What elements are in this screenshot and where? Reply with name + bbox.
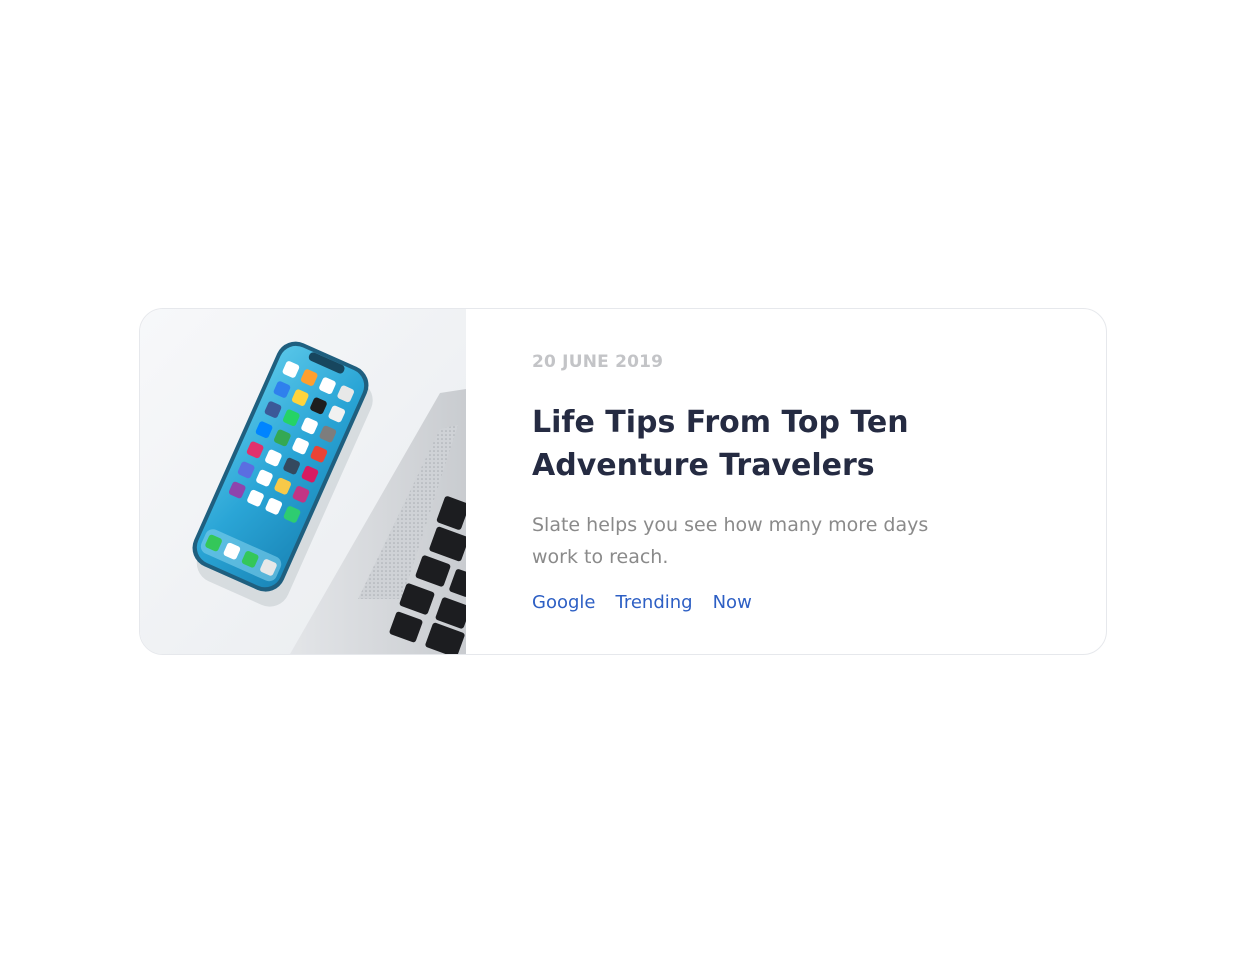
tag-google[interactable]: Google bbox=[532, 591, 595, 615]
tag-now[interactable]: Now bbox=[713, 591, 752, 615]
tag-trending[interactable]: Trending bbox=[615, 591, 692, 615]
tag-list: Google Trending Now bbox=[532, 591, 1046, 615]
article-image bbox=[140, 309, 466, 654]
article-description: Slate helps you see how many more days w… bbox=[532, 514, 929, 568]
article-card[interactable]: 20 JUNE 2019 Life Tips From Top Ten Adve… bbox=[139, 308, 1107, 655]
article-content: 20 JUNE 2019 Life Tips From Top Ten Adve… bbox=[466, 309, 1106, 654]
phone-laptop-photo bbox=[140, 309, 466, 654]
article-date: 20 JUNE 2019 bbox=[532, 352, 664, 372]
article-title[interactable]: Life Tips From Top Ten Adventure Travele… bbox=[532, 401, 1032, 487]
